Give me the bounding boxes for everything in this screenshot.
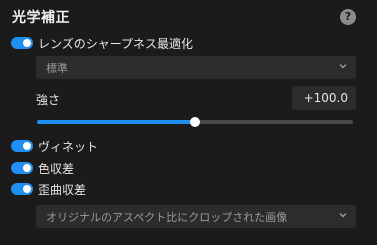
slider-thumb[interactable] — [190, 117, 200, 127]
vignette-row: ヴィネット — [11, 138, 98, 154]
lens-sharpness-row: レンズのシャープネス最適化 — [11, 35, 193, 51]
panel-title: 光学補正 — [12, 10, 70, 26]
toggle-knob — [23, 185, 31, 193]
vignette-label: ヴィネット — [38, 139, 99, 154]
chromatic-aberration-row: 色収差 — [11, 160, 74, 176]
strength-label: 強さ — [36, 93, 61, 107]
lens-sharpness-toggle[interactable] — [11, 37, 33, 49]
optical-correction-panel: 光学補正 ? レンズのシャープネス最適化 標準 強さ +100.0 ヴィネット … — [0, 0, 377, 245]
help-icon[interactable]: ? — [340, 9, 356, 25]
distortion-toggle[interactable] — [11, 183, 33, 195]
slider-fill — [37, 120, 195, 124]
lens-sharpness-preset-value: 標準 — [46, 61, 68, 75]
strength-slider[interactable] — [37, 115, 353, 129]
chromatic-aberration-label: 色収差 — [38, 161, 75, 176]
distortion-label: 歪曲収差 — [38, 182, 87, 197]
chromatic-aberration-toggle[interactable] — [11, 162, 33, 174]
toggle-knob — [23, 164, 31, 172]
distortion-mode-value: オリジナルのアスペクト比にクロップされた画像 — [46, 210, 288, 224]
distortion-mode-dropdown[interactable]: オリジナルのアスペクト比にクロップされた画像 — [36, 205, 356, 228]
lens-sharpness-label: レンズのシャープネス最適化 — [38, 36, 194, 51]
toggle-knob — [23, 142, 31, 150]
distortion-row: 歪曲収差 — [11, 181, 86, 197]
chevron-down-icon — [339, 213, 347, 218]
chevron-down-icon — [339, 64, 347, 69]
strength-value-field[interactable]: +100.0 — [292, 86, 356, 110]
toggle-knob — [23, 39, 31, 47]
lens-sharpness-preset-dropdown[interactable]: 標準 — [36, 56, 356, 79]
vignette-toggle[interactable] — [11, 140, 33, 152]
